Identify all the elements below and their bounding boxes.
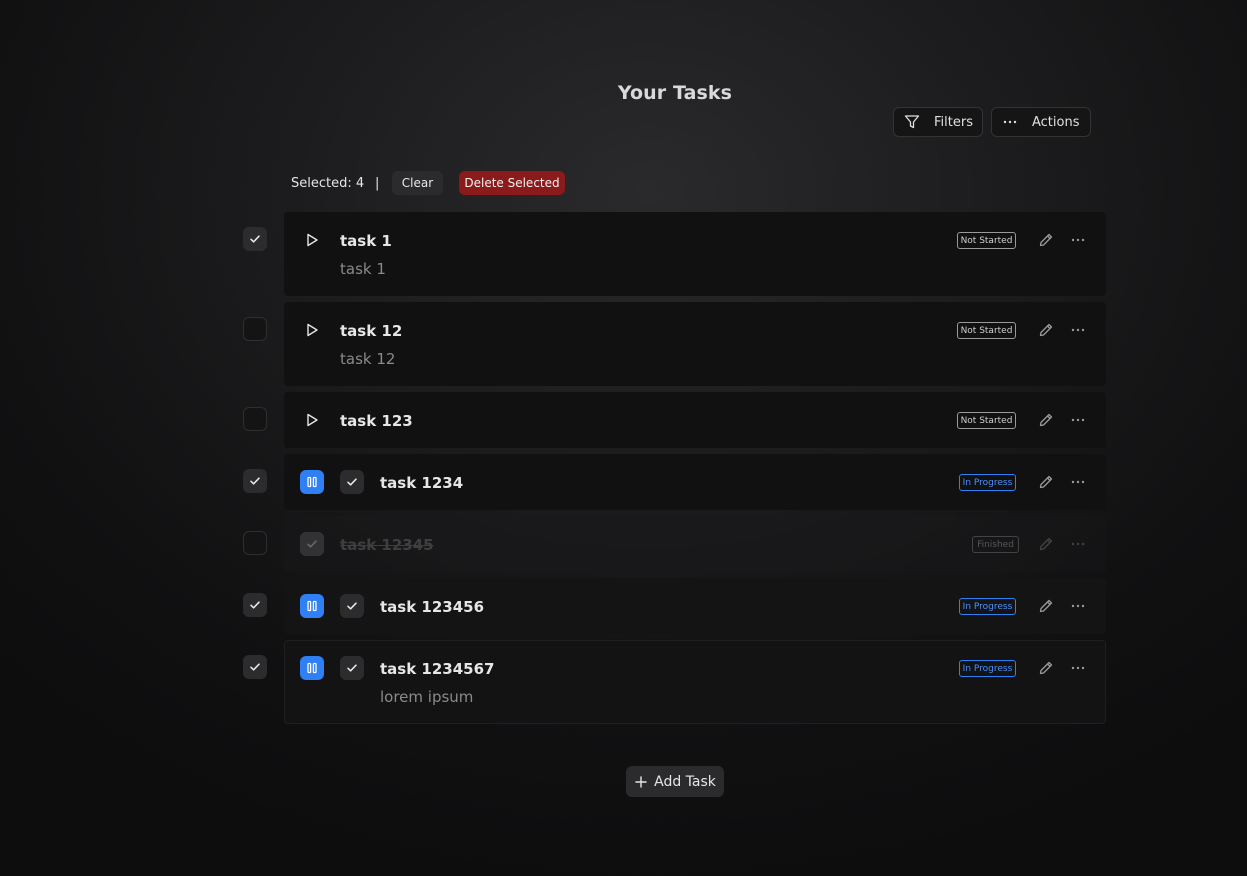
pause-button[interactable]	[300, 594, 324, 618]
actions-label: Actions	[1032, 114, 1080, 130]
separator: |	[375, 175, 380, 191]
row-select-checkbox[interactable]	[243, 407, 267, 431]
row-select-checkbox[interactable]	[243, 593, 267, 617]
more-icon[interactable]	[1070, 322, 1086, 338]
actions-button[interactable]: Actions	[991, 107, 1091, 137]
filter-icon	[904, 114, 920, 130]
ellipsis-icon	[1002, 114, 1018, 130]
pencil-icon[interactable]	[1038, 536, 1054, 552]
task-title: task 123	[340, 412, 413, 430]
task-card[interactable]: task 12345 Finished	[284, 516, 1106, 572]
more-icon[interactable]	[1070, 598, 1086, 614]
pause-icon	[307, 662, 317, 674]
status-badge: In Progress	[959, 474, 1016, 491]
task-description: lorem ipsum	[380, 688, 474, 706]
clear-selection-button[interactable]: Clear	[392, 171, 443, 195]
task-title: task 1234	[380, 474, 464, 492]
pause-button[interactable]	[300, 656, 324, 680]
selected-count: Selected: 4	[291, 175, 365, 191]
page-title: Your Tasks	[617, 82, 733, 104]
status-badge: Not Started	[957, 322, 1016, 339]
play-icon[interactable]	[304, 232, 320, 248]
complete-checkbox[interactable]	[340, 594, 364, 618]
more-icon[interactable]	[1070, 660, 1086, 676]
pause-icon	[307, 600, 317, 612]
pencil-icon[interactable]	[1038, 660, 1054, 676]
status-badge: In Progress	[959, 598, 1016, 615]
check-icon	[250, 235, 260, 243]
check-icon	[250, 477, 260, 485]
play-icon[interactable]	[304, 412, 320, 428]
task-card[interactable]: task 1 task 1 Not Started	[284, 212, 1106, 296]
task-title: task 12345	[340, 536, 434, 554]
task-title: task 123456	[380, 598, 485, 616]
more-icon[interactable]	[1070, 232, 1086, 248]
pencil-icon[interactable]	[1038, 232, 1054, 248]
status-badge: Finished	[972, 536, 1019, 553]
check-icon	[250, 663, 260, 671]
complete-checkbox[interactable]	[340, 656, 364, 680]
row-select-checkbox[interactable]	[243, 227, 267, 251]
task-title: task 1	[340, 232, 392, 250]
status-badge: Not Started	[957, 412, 1016, 429]
task-title: task 12	[340, 322, 403, 340]
more-icon[interactable]	[1070, 536, 1086, 552]
check-icon	[250, 601, 260, 609]
pencil-icon[interactable]	[1038, 598, 1054, 614]
row-select-checkbox[interactable]	[243, 655, 267, 679]
task-description: task 1	[340, 260, 386, 278]
add-task-button[interactable]: Add Task	[626, 766, 724, 797]
more-icon[interactable]	[1070, 412, 1086, 428]
check-icon	[347, 478, 357, 486]
more-icon[interactable]	[1070, 474, 1086, 490]
row-select-checkbox[interactable]	[243, 317, 267, 341]
task-card[interactable]: task 12 task 12 Not Started	[284, 302, 1106, 386]
delete-selected-button[interactable]: Delete Selected	[459, 171, 565, 195]
task-card[interactable]: task 1234 In Progress	[284, 454, 1106, 510]
play-icon[interactable]	[304, 322, 320, 338]
task-description: task 12	[340, 350, 396, 368]
check-icon	[347, 664, 357, 672]
pencil-icon[interactable]	[1038, 322, 1054, 338]
task-card[interactable]: task 123456 In Progress	[284, 578, 1106, 634]
check-icon	[307, 540, 317, 548]
complete-checkbox[interactable]	[340, 470, 364, 494]
filters-label: Filters	[934, 114, 973, 130]
task-card[interactable]: task 1234567 lorem ipsum In Progress	[284, 640, 1106, 724]
plus-icon	[635, 775, 647, 788]
pencil-icon[interactable]	[1038, 474, 1054, 490]
selection-bar: Selected: 4 | Clear Delete Selected	[291, 171, 565, 195]
check-icon	[347, 602, 357, 610]
pencil-icon[interactable]	[1038, 412, 1054, 428]
filters-button[interactable]: Filters	[893, 107, 983, 137]
row-select-checkbox[interactable]	[243, 531, 267, 555]
task-card[interactable]: task 123 Not Started	[284, 392, 1106, 448]
pause-button[interactable]	[300, 470, 324, 494]
pause-icon	[307, 476, 317, 488]
status-badge: Not Started	[957, 232, 1016, 249]
add-task-label: Add Task	[654, 773, 716, 790]
row-select-checkbox[interactable]	[243, 469, 267, 493]
complete-checkbox[interactable]	[300, 532, 324, 556]
task-title: task 1234567	[380, 660, 495, 678]
status-badge: In Progress	[959, 660, 1016, 677]
